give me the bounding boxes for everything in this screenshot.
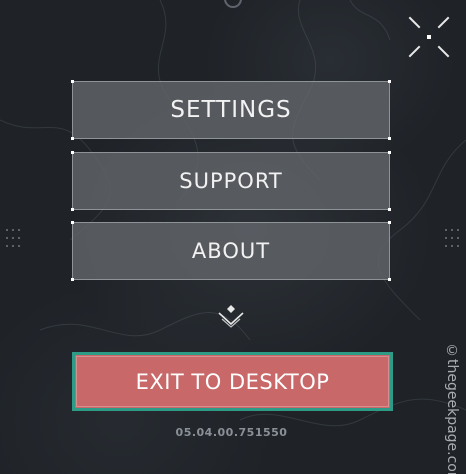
right-dots-decoration (445, 229, 459, 247)
exit-to-desktop-button[interactable]: EXIT TO DESKTOP (72, 352, 393, 411)
version-number: 05.04.00.751550 (175, 426, 288, 439)
exit-button-label: EXIT TO DESKTOP (135, 369, 330, 394)
left-dots-decoration (6, 229, 20, 247)
watermark-text: ©thegeekpage.com (444, 343, 460, 474)
corner-marker (71, 208, 74, 211)
fullscreen-toggle-icon[interactable] (405, 13, 453, 61)
corner-marker (71, 221, 74, 224)
top-indicator (224, 0, 242, 8)
settings-button-label: SETTINGS (170, 97, 292, 123)
corner-marker (71, 80, 74, 83)
game-menu-screen: SETTINGS SUPPORT ABOUT EXIT TO DESKTOP 0… (0, 0, 466, 474)
corner-marker (388, 208, 391, 211)
corner-marker (71, 137, 74, 140)
corner-marker (388, 80, 391, 83)
about-button[interactable]: ABOUT (71, 221, 391, 281)
support-button-label: SUPPORT (179, 169, 283, 193)
corner-marker (388, 151, 391, 154)
corner-marker (388, 221, 391, 224)
corner-marker (71, 278, 74, 281)
corner-marker (388, 278, 391, 281)
corner-marker (71, 151, 74, 154)
chevron-down-icon[interactable] (214, 303, 248, 331)
corner-marker (388, 137, 391, 140)
settings-button[interactable]: SETTINGS (71, 80, 391, 140)
about-button-label: ABOUT (191, 239, 271, 263)
support-button[interactable]: SUPPORT (71, 151, 391, 211)
